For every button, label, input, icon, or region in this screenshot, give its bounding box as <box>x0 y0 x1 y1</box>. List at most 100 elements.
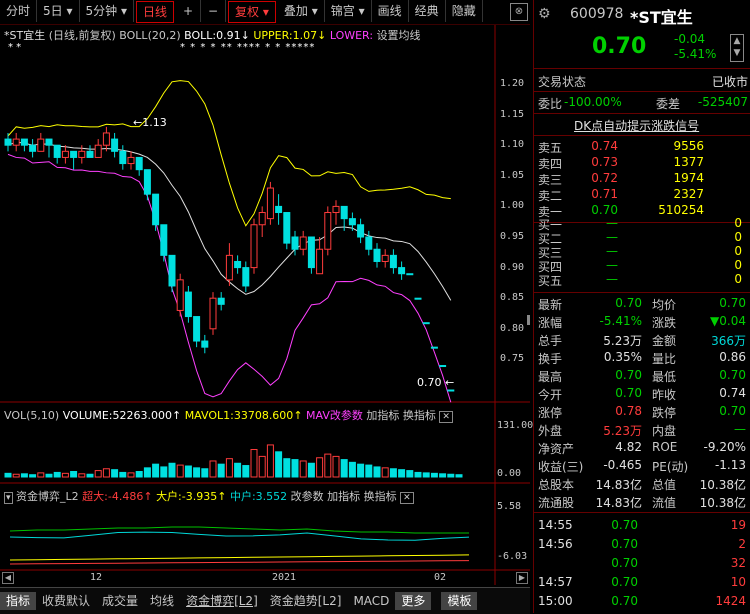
settings-icon[interactable]: ⚙ <box>538 6 551 22</box>
bid-volume: 0 <box>734 272 742 286</box>
close-icon[interactable]: ✕ <box>400 492 414 504</box>
tab-more[interactable]: 更多 <box>395 592 432 610</box>
stat-label: 总手 <box>538 334 563 348</box>
y-axis-label: 1.05 <box>500 169 525 181</box>
stat-label: 跌停 <box>652 406 677 420</box>
tab-macd[interactable]: MACD <box>347 592 395 610</box>
bid-price: — <box>606 216 618 230</box>
tick-row: 15:00 0.70 1424 <box>538 594 748 611</box>
chevron-down-icon[interactable]: ▾ <box>4 492 13 504</box>
tab-volume[interactable]: 成交量 <box>96 592 144 610</box>
tab-fund-game[interactable]: 资金博弈[L2] <box>180 592 264 610</box>
candle <box>78 150 86 158</box>
tick-price: 0.70 <box>611 594 638 608</box>
fund-swap-indicator[interactable]: 换指标 <box>364 490 397 503</box>
order-ratio-label: 委比 <box>538 97 563 111</box>
volume-bar <box>455 474 463 478</box>
candle <box>307 236 315 269</box>
tick-price: 0.70 <box>611 575 638 589</box>
dk-signal-link[interactable]: DK点自动提示涨跌信号 <box>574 117 699 134</box>
tab-fund-trend[interactable]: 资金趋势[L2] <box>264 592 348 610</box>
trade-status-value: 已收市 <box>711 75 748 89</box>
candle <box>414 297 422 300</box>
set-ma-link[interactable]: 设置均线 <box>377 29 421 42</box>
tab-daily[interactable]: 日线 <box>136 1 175 23</box>
stat-value: 10.38亿 <box>699 496 746 510</box>
volume-bar <box>348 461 356 478</box>
tab-ma[interactable]: 均线 <box>144 592 180 610</box>
close-icon[interactable]: ⊗ <box>510 3 528 21</box>
hide-button[interactable]: 隐藏 <box>446 0 483 22</box>
tab-paid-default[interactable]: 收费默认 <box>36 592 96 610</box>
scroll-right-icon[interactable]: ▶ <box>516 572 528 584</box>
candle <box>348 218 356 226</box>
tick-price: 0.70 <box>611 518 638 532</box>
stock-title: *ST宜生 <box>4 29 46 42</box>
vol-swap-indicator[interactable]: 换指标 <box>403 409 436 422</box>
tab-indicator[interactable]: 指标 <box>0 592 37 610</box>
close-icon[interactable]: ✕ <box>439 411 453 423</box>
stat-row: 外盘 5.23万 内盘 — <box>538 422 748 439</box>
stat-value: 4.82 <box>615 440 642 454</box>
vol-mav[interactable]: MAV改参数 <box>306 409 363 422</box>
stat-label: 总值 <box>652 478 677 492</box>
stat-label: 金额 <box>652 334 677 348</box>
ask-row: 卖二 0.71 2327 <box>538 187 748 204</box>
tab-intraday[interactable]: 分时 <box>0 0 38 22</box>
expand-icon[interactable]: ▲ ▼ <box>730 34 744 62</box>
bid-price: — <box>606 272 618 286</box>
draw-line-button[interactable]: 画线 <box>372 0 409 22</box>
volume-bar <box>102 468 110 478</box>
zoom-in-button[interactable]: + <box>176 0 202 22</box>
candle <box>258 212 266 226</box>
volume-bar <box>209 460 217 478</box>
volume-bar <box>373 466 381 478</box>
stat-value: 0.70 <box>615 368 642 382</box>
adjust-button[interactable]: 复权 ▾ <box>228 1 276 23</box>
tab-5day[interactable]: 5日 ▾ <box>37 0 80 22</box>
tick-row: 14:57 0.70 10 <box>538 575 748 592</box>
stat-label: 总股本 <box>538 478 575 492</box>
overlay-button[interactable]: 叠加 ▾ <box>278 0 325 22</box>
tips-button[interactable]: 锦宫 ▾ <box>325 0 372 22</box>
volume-bar <box>258 455 266 478</box>
candle <box>37 138 45 152</box>
candle <box>406 273 414 276</box>
y-axis-label: 0.90 <box>500 261 525 273</box>
stat-row: 最高 0.70 最低 0.70 <box>538 368 748 385</box>
volume-bar <box>307 462 315 478</box>
stat-label: 涨跌 <box>652 316 677 330</box>
fund-add-indicator[interactable]: 加指标 <box>327 490 360 503</box>
ask-row: 卖四 0.73 1377 <box>538 155 748 172</box>
volume-bar <box>168 462 176 478</box>
tab-5min[interactable]: 5分钟 ▾ <box>80 0 135 22</box>
stat-row: 流通股 14.83亿 流值 10.38亿 <box>538 494 748 511</box>
candle <box>12 138 20 146</box>
ask-price: 0.73 <box>591 155 618 169</box>
fund-y-bot: -6.03 <box>497 551 528 562</box>
stat-value: -5.41% <box>599 314 642 328</box>
stat-label: 今开 <box>538 388 563 402</box>
classic-button[interactable]: 经典 <box>409 0 446 22</box>
stat-label: 净资产 <box>538 442 575 456</box>
y-axis-label: 0.80 <box>500 322 525 334</box>
stat-label: 均价 <box>652 298 677 312</box>
bid-row: 买五 — 0 <box>538 272 748 289</box>
zoom-out-button[interactable]: − <box>201 0 227 22</box>
scroll-left-icon[interactable]: ◀ <box>2 572 14 584</box>
tab-template[interactable]: 模板 <box>441 592 478 610</box>
y-axis-label: 1.15 <box>500 108 525 120</box>
x-label-2021: 2021 <box>272 572 297 583</box>
stock-name: *ST宜生 <box>630 8 693 27</box>
candle <box>127 156 135 165</box>
stat-row: 净资产 4.82 ROE -9.20% <box>538 440 748 457</box>
candle <box>316 248 324 275</box>
candle <box>250 224 258 269</box>
stock-code: 600978 <box>570 6 624 22</box>
fund-retail-line <box>9 560 470 565</box>
candle <box>389 254 397 269</box>
vol-add-indicator[interactable]: 加指标 <box>366 409 399 422</box>
fund-param[interactable]: 改参数 <box>291 490 324 503</box>
chevron-down-icon: ▾ <box>358 4 365 18</box>
candle <box>20 138 28 146</box>
